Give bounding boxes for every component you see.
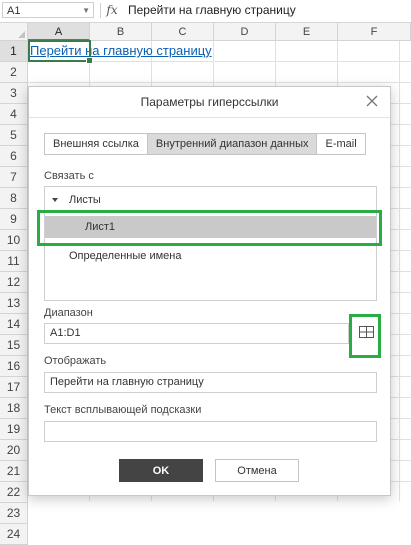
row-header[interactable]: 8 <box>0 188 28 209</box>
tooltip-text-input[interactable] <box>44 421 377 442</box>
row-header[interactable]: 22 <box>0 482 28 503</box>
row-header[interactable]: 9 <box>0 209 28 230</box>
row-header[interactable]: 18 <box>0 398 28 419</box>
select-all-corner[interactable] <box>0 23 28 41</box>
dialog-title: Параметры гиперссылки <box>140 95 279 109</box>
row-header[interactable]: 3 <box>0 83 28 104</box>
link-target-tree: Листы Лист1 Определенные имена <box>44 186 377 301</box>
dialog-header: Параметры гиперссылки <box>29 87 390 118</box>
hyperlink-settings-dialog: Параметры гиперссылки Внешняя ссылка Вну… <box>28 86 391 496</box>
name-box[interactable]: A1 ▼ <box>2 2 94 18</box>
row-header[interactable]: 2 <box>0 62 28 83</box>
tab-external-link[interactable]: Внешняя ссылка <box>45 134 148 154</box>
tree-group-label: Листы <box>69 194 101 206</box>
display-text-input[interactable]: Перейти на главную страницу <box>44 372 377 393</box>
tree-item-label: Лист1 <box>85 221 116 233</box>
row-header[interactable]: 15 <box>0 335 28 356</box>
select-range-icon[interactable] <box>356 322 377 343</box>
row-header[interactable]: 12 <box>0 272 28 293</box>
tree-item-sheet1[interactable]: Лист1 <box>45 216 376 238</box>
row-header[interactable]: 17 <box>0 377 28 398</box>
chevron-down-icon[interactable]: ▼ <box>82 3 90 19</box>
row-header[interactable]: 19 <box>0 419 28 440</box>
row-header[interactable]: 7 <box>0 167 28 188</box>
column-header-e[interactable]: E <box>276 23 338 41</box>
close-icon[interactable] <box>364 93 380 109</box>
column-header-b[interactable]: B <box>90 23 152 41</box>
formula-bar: A1 ▼ fx Перейти на главную страницу <box>0 0 411 23</box>
name-box-value: A1 <box>7 5 21 17</box>
tooltip-label: Текст всплывающей подсказки <box>44 404 202 416</box>
row-header[interactable]: 1 <box>0 41 28 62</box>
row-header[interactable]: 4 <box>0 104 28 125</box>
row-header[interactable]: 24 <box>0 524 28 545</box>
cancel-button[interactable]: Отмена <box>215 459 299 482</box>
tab-email[interactable]: E-mail <box>317 134 365 154</box>
row-header[interactable]: 21 <box>0 461 28 482</box>
cell-a1-hyperlink[interactable]: Перейти на главную страницу <box>30 41 212 61</box>
range-input[interactable]: A1:D1 <box>44 323 349 344</box>
function-icon[interactable]: fx <box>101 2 123 19</box>
row-header[interactable]: 5 <box>0 125 28 146</box>
tree-item-defined-names[interactable]: Определенные имена <box>45 245 376 267</box>
row-header[interactable]: 20 <box>0 440 28 461</box>
caret-down-icon[interactable] <box>52 198 58 202</box>
row-header[interactable]: 11 <box>0 251 28 272</box>
row-header[interactable]: 6 <box>0 146 28 167</box>
column-header-a[interactable]: A <box>28 23 90 41</box>
row-header[interactable]: 13 <box>0 293 28 314</box>
row-header[interactable]: 23 <box>0 503 28 524</box>
column-header-d[interactable]: D <box>214 23 276 41</box>
row-header[interactable]: 10 <box>0 230 28 251</box>
link-to-label: Связать с <box>44 170 94 182</box>
row-header[interactable]: 16 <box>0 356 28 377</box>
column-header-f[interactable]: F <box>338 23 411 41</box>
row-header[interactable]: 14 <box>0 314 28 335</box>
range-label: Диапазон <box>44 307 93 319</box>
tab-internal-range[interactable]: Внутренний диапазон данных <box>147 134 318 154</box>
tree-group-sheets[interactable]: Листы <box>45 189 376 211</box>
display-label: Отображать <box>44 355 107 367</box>
link-type-tabs: Внешняя ссылка Внутренний диапазон данны… <box>44 133 366 155</box>
column-header-c[interactable]: C <box>152 23 214 41</box>
formula-input[interactable]: Перейти на главную страницу <box>126 2 410 19</box>
tree-item-label: Определенные имена <box>69 250 182 262</box>
ok-button[interactable]: OK <box>119 459 203 482</box>
